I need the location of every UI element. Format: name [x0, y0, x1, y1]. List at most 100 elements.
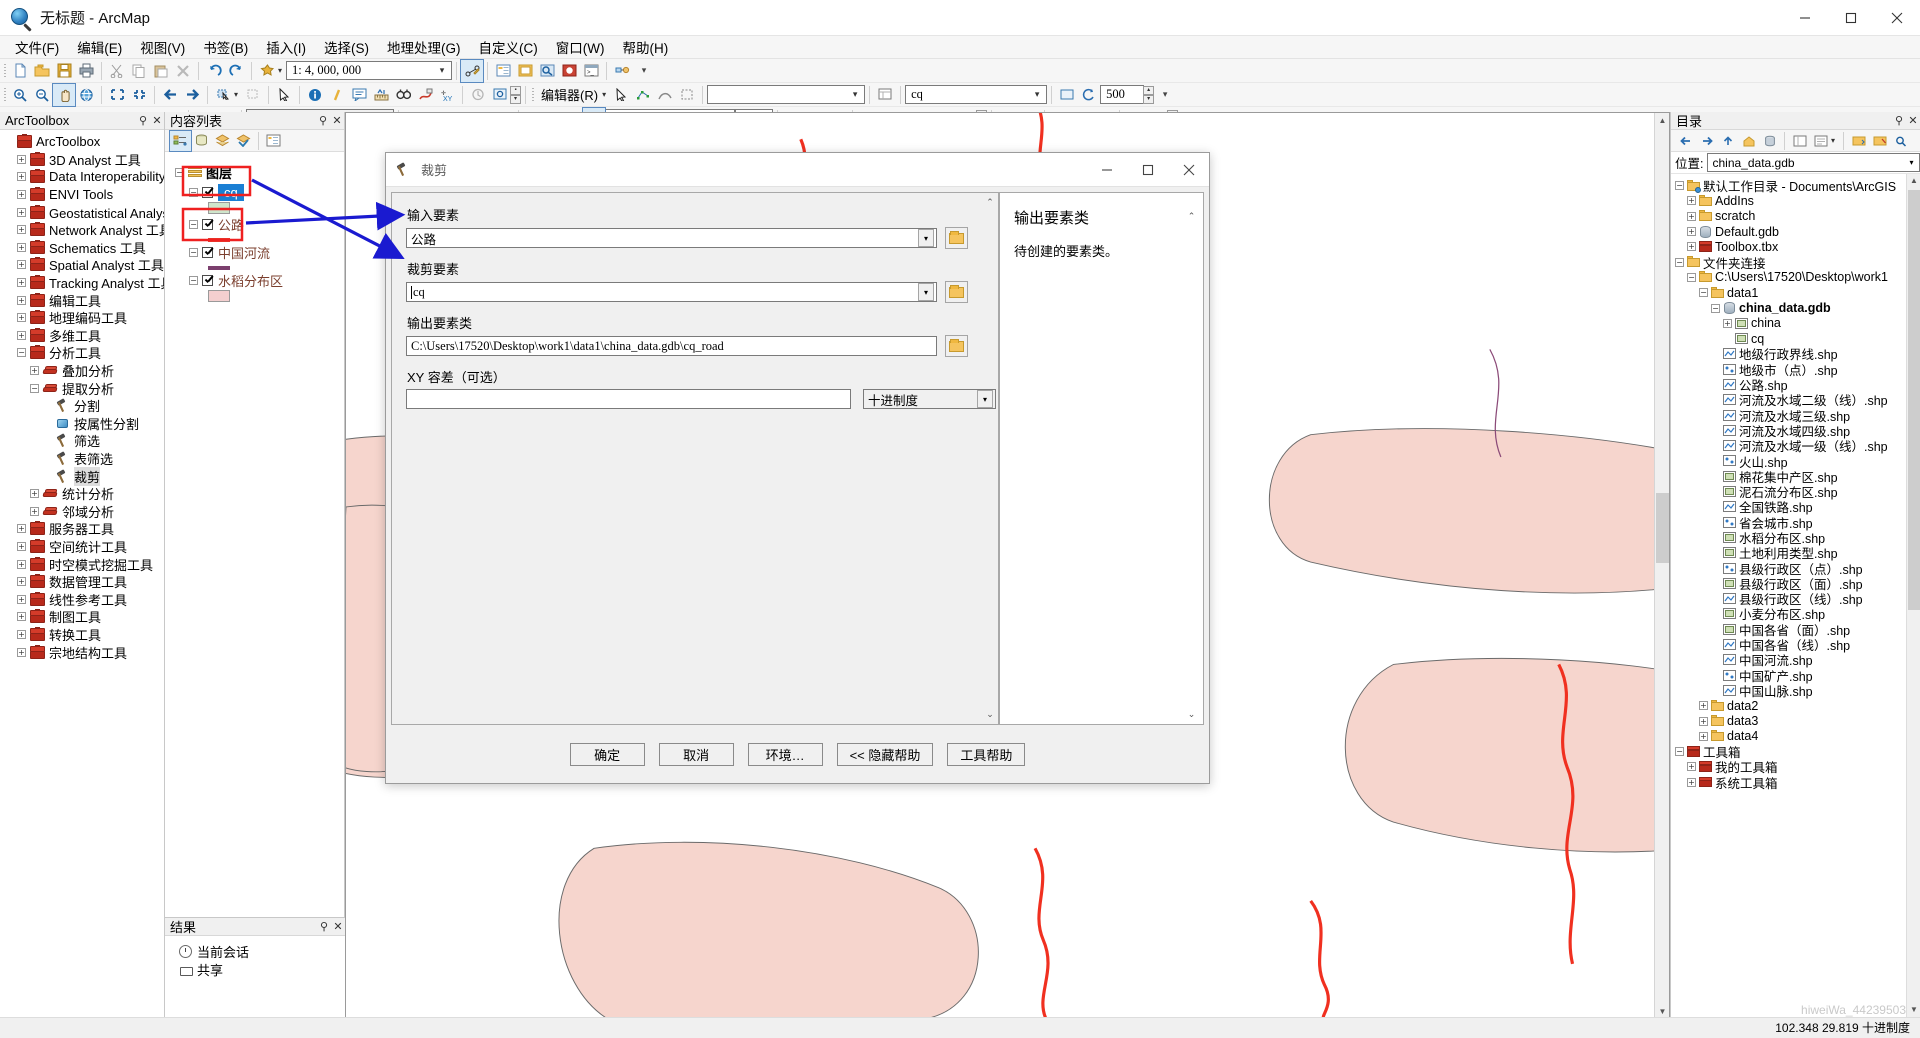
toolbox-tree-item-14[interactable]: 分割: [0, 397, 164, 415]
toolbox-tree-item-3[interactable]: + Geostatistical Analyst 工: [0, 203, 164, 221]
expand-icon[interactable]: +: [1699, 731, 1708, 741]
result-item-0[interactable]: 当前会话: [165, 942, 345, 960]
attributes-window-icon[interactable]: [874, 84, 896, 106]
result-item-1[interactable]: 共享: [165, 960, 345, 978]
catalog-tree-item-38[interactable]: + 我的工具箱: [1671, 759, 1920, 775]
menu-item-6[interactable]: 地理处理(G): [378, 35, 470, 59]
model-builder-icon[interactable]: [611, 60, 633, 82]
go-forward-extent-icon[interactable]: [181, 84, 203, 106]
scroll-down-icon[interactable]: ⌄: [983, 707, 998, 722]
chevron-down-icon[interactable]: ▾: [1030, 89, 1044, 100]
chevron-down-icon[interactable]: ▾: [1904, 158, 1919, 167]
expand-icon[interactable]: +: [17, 559, 26, 569]
catalog-disconnect-folder-icon[interactable]: [1869, 131, 1890, 151]
dialog-maximize-button[interactable]: [1127, 153, 1168, 187]
expand-icon[interactable]: +: [1687, 227, 1696, 237]
cancel-button[interactable]: 取消: [658, 742, 734, 766]
toc-options-icon[interactable]: [263, 131, 284, 151]
close-icon[interactable]: ✕: [331, 920, 345, 933]
list-by-selection-icon[interactable]: [233, 131, 254, 151]
edit-vertices-icon[interactable]: [632, 84, 654, 106]
expand-icon[interactable]: +: [17, 278, 26, 288]
catalog-connect-folder-icon[interactable]: [1848, 131, 1869, 151]
catalog-tree-item-7[interactable]: − data1: [1671, 285, 1920, 300]
catalog-search-icon[interactable]: [1890, 131, 1911, 151]
expand-icon[interactable]: +: [17, 330, 26, 340]
editor-menu-chevron-icon[interactable]: ▾: [602, 90, 610, 99]
redo-icon[interactable]: [225, 60, 247, 82]
edit-overflow-icon[interactable]: ▾: [1154, 84, 1176, 106]
expand-icon[interactable]: +: [1723, 318, 1732, 328]
go-back-extent-icon[interactable]: [159, 84, 181, 106]
layer-visibility-checkbox[interactable]: [202, 246, 213, 258]
scroll-up-icon[interactable]: ▲: [1655, 113, 1669, 128]
toolbox-tree-item-27[interactable]: + 转换工具: [0, 626, 164, 644]
dialog-params-scrollbar[interactable]: ⌃ ⌄: [982, 192, 999, 725]
toc-layer-symbol[interactable]: [208, 290, 230, 302]
toolbox-tree-item-6[interactable]: + Spatial Analyst 工具: [0, 256, 164, 274]
html-popup-icon[interactable]: [348, 84, 370, 106]
map-vertical-scrollbar[interactable]: ▲ ▼: [1654, 113, 1669, 1019]
collapse-icon[interactable]: −: [17, 348, 26, 358]
menu-item-2[interactable]: 视图(V): [131, 35, 194, 59]
catalog-tree-item-0[interactable]: − 默认工作目录 - Documents\ArcGIS: [1671, 178, 1920, 194]
output-feature-class-browse-button[interactable]: [945, 335, 968, 357]
expand-icon[interactable]: +: [17, 242, 26, 252]
scroll-down-icon[interactable]: ⌄: [1184, 707, 1199, 722]
toolbox-tree-item-17[interactable]: 表筛选: [0, 450, 164, 468]
catalog-forward-icon[interactable]: [1696, 131, 1717, 151]
pin-icon[interactable]: ⚲: [317, 920, 331, 933]
menu-item-3[interactable]: 书签(B): [194, 35, 257, 59]
toolbox-tree-item-25[interactable]: + 线性参考工具: [0, 590, 164, 608]
toolbox-tree-item-0[interactable]: +3D Analyst 工具: [0, 151, 164, 169]
expand-icon[interactable]: +: [17, 612, 26, 622]
toc-layer-3[interactable]: − 水稻分布区: [175, 270, 344, 290]
scroll-up-icon[interactable]: ⌃: [983, 195, 998, 210]
expand-icon[interactable]: +: [30, 506, 39, 516]
collapse-icon[interactable]: −: [189, 247, 198, 257]
toolbox-tree-item-12[interactable]: + 叠加分析: [0, 362, 164, 380]
paste-icon[interactable]: [150, 60, 172, 82]
hide-help-button[interactable]: << 隐藏帮助: [836, 742, 934, 766]
arctoolbox-root[interactable]: ArcToolbox: [0, 133, 164, 151]
editor-toolbar-icon[interactable]: [460, 58, 485, 83]
print-icon[interactable]: [75, 60, 97, 82]
catalog-tree[interactable]: ▲ ▼ − 默认工作目录 - Documents\ArcGIS + AddIns + sc…: [1671, 174, 1920, 1017]
tool-help-button[interactable]: 工具帮助: [947, 742, 1026, 766]
rotation-spinner[interactable]: ▴ ▾: [1143, 85, 1155, 104]
search-window-icon[interactable]: [536, 60, 558, 82]
layer-visibility-checkbox[interactable]: [202, 218, 213, 230]
collapse-icon[interactable]: −: [1687, 272, 1696, 282]
catalog-tree-item-33[interactable]: 中国山脉.shp: [1671, 683, 1920, 699]
menu-item-5[interactable]: 选择(S): [315, 35, 378, 59]
expand-icon[interactable]: +: [1687, 777, 1696, 787]
output-feature-class-input[interactable]: C:\Users\17520\Desktop\work1\data1\china…: [406, 336, 937, 356]
toolbox-tree-item-10[interactable]: + 多维工具: [0, 327, 164, 345]
catalog-view-chevron-icon[interactable]: ▾: [1831, 136, 1839, 145]
zoom-out-icon[interactable]: [31, 84, 53, 106]
toolbox-tree-item-7[interactable]: + Tracking Analyst 工具: [0, 274, 164, 292]
pan-icon[interactable]: [52, 82, 76, 107]
expand-icon[interactable]: +: [17, 225, 26, 235]
toc-layer-0[interactable]: − cq: [175, 182, 344, 202]
list-by-drawing-order-icon[interactable]: [169, 129, 192, 152]
menu-item-7[interactable]: 自定义(C): [470, 35, 547, 59]
toolbar-grip[interactable]: [2, 62, 9, 80]
clip-tool-dialog[interactable]: 裁剪 输入要素 公路 ▾ 裁剪要素 cq ▾ 输出要素类 C:\Users\17…: [385, 152, 1210, 784]
expand-icon[interactable]: +: [17, 524, 26, 534]
table-of-contents-icon[interactable]: [492, 60, 514, 82]
menu-item-8[interactable]: 窗口(W): [547, 35, 614, 59]
catalog-back-icon[interactable]: [1675, 131, 1696, 151]
clip-features-browse-button[interactable]: [945, 281, 968, 303]
catalog-tree-item-8[interactable]: − china_data.gdb: [1671, 300, 1920, 315]
toc-layer-symbol[interactable]: [208, 202, 230, 214]
expand-icon[interactable]: +: [1687, 211, 1696, 221]
add-data-dropdown-icon[interactable]: ▾: [278, 66, 286, 75]
arctoolbox-tree[interactable]: ArcToolbox +3D Analyst 工具 + Data Interopera…: [0, 130, 164, 1023]
toolbox-tree-item-24[interactable]: + 数据管理工具: [0, 573, 164, 591]
catalog-location-combo[interactable]: china_data.gdb ▾: [1707, 153, 1920, 172]
catalog-tree-item-6[interactable]: − C:\Users\17520\Desktop\work1: [1671, 270, 1920, 285]
catalog-tree-item-12[interactable]: 地级市（点）.shp: [1671, 362, 1920, 378]
toolbox-tree-item-11[interactable]: − 分析工具: [0, 344, 164, 362]
time-slider-icon[interactable]: [467, 84, 489, 106]
